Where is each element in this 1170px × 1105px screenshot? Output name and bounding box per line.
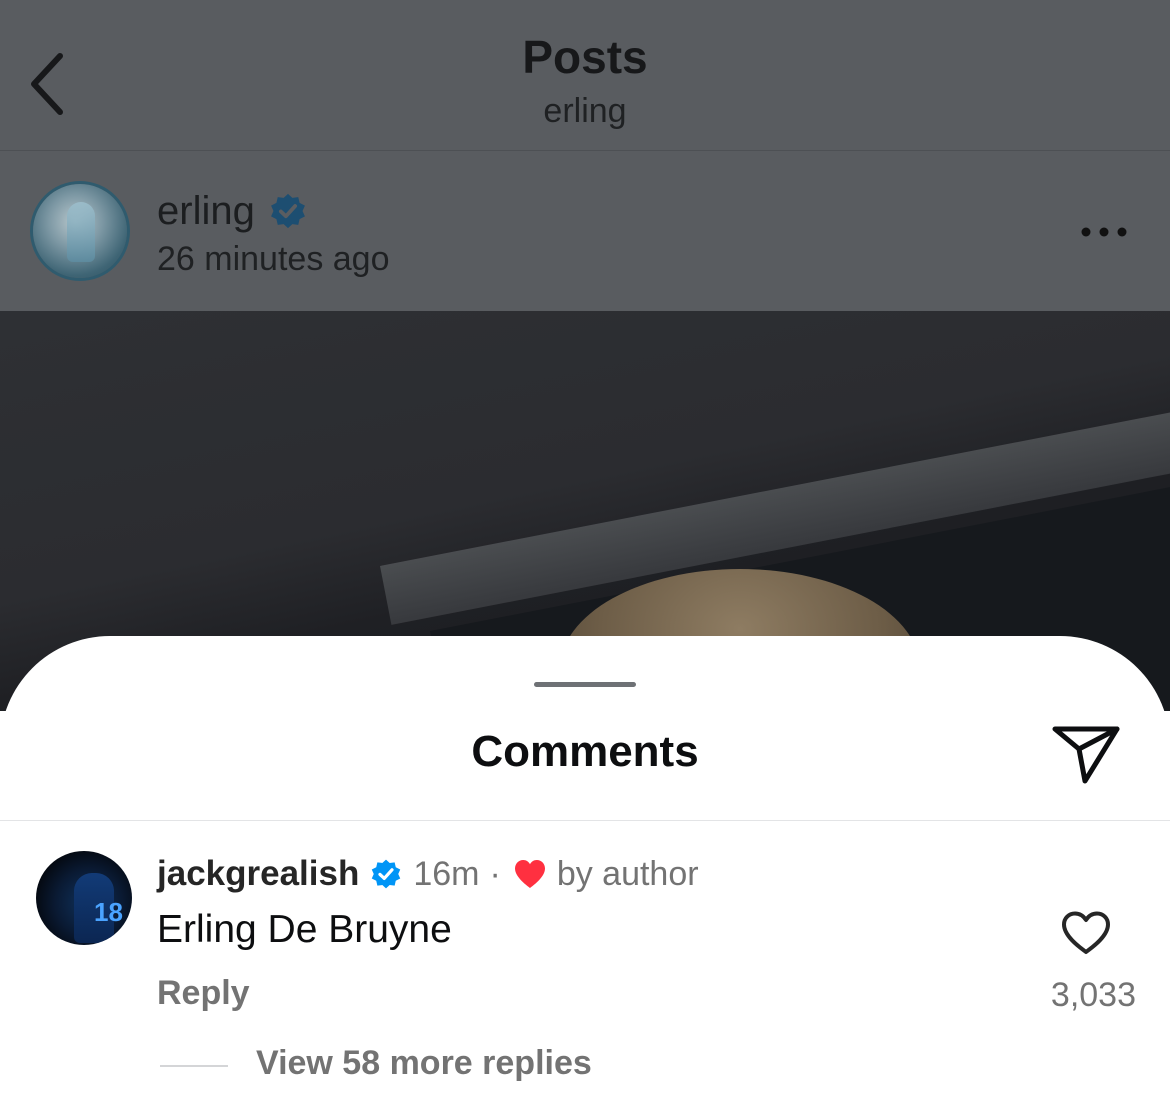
post-author-avatar[interactable] [33, 184, 127, 278]
more-options-button[interactable] [1072, 212, 1136, 252]
share-button[interactable] [1046, 716, 1126, 792]
comment-author-username[interactable]: jackgrealish [157, 854, 359, 894]
heart-filled-icon [513, 858, 547, 890]
page-title: Posts [522, 31, 648, 83]
meta-separator: · [489, 854, 501, 893]
paper-plane-icon [1052, 726, 1120, 784]
post-author-row: erling [157, 186, 307, 236]
post-author-username[interactable]: erling [157, 189, 255, 234]
more-horizontal-icon [1081, 227, 1127, 237]
verified-badge-icon [269, 192, 307, 230]
comment-timestamp: 16m [413, 854, 480, 893]
comment-text: Erling De Bruyne [157, 908, 452, 951]
sheet-grabber-handle[interactable] [534, 682, 636, 687]
comment-author-avatar[interactable]: 18 [36, 851, 132, 945]
like-comment-button[interactable] [1058, 908, 1114, 958]
replies-indent-line [160, 1065, 228, 1067]
reply-button[interactable]: Reply [157, 974, 250, 1013]
heart-outline-icon [1062, 911, 1110, 954]
comment-meta-row: jackgrealish 16m · by author [157, 852, 699, 896]
liked-by-author-label: by author [556, 854, 699, 893]
post-timestamp: 26 minutes ago [157, 240, 390, 278]
sheet-divider [0, 820, 1170, 821]
verified-badge-icon [370, 858, 402, 890]
page-subtitle: erling [543, 92, 627, 130]
comment-like-count: 3,033 [1050, 976, 1136, 1014]
view-more-replies-button[interactable]: View 58 more replies [256, 1044, 592, 1083]
comments-title: Comments [471, 727, 699, 776]
